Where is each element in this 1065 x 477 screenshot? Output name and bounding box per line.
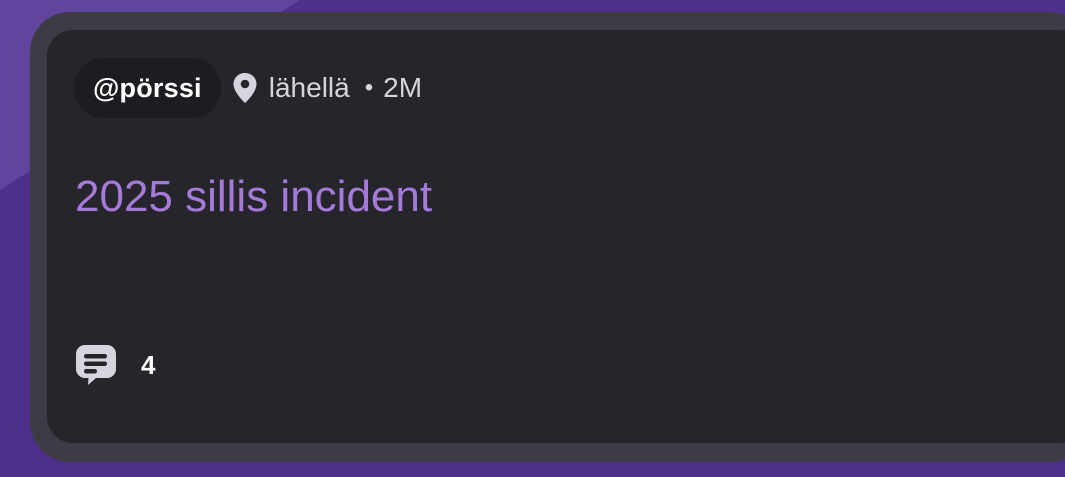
comment-count: 4 (141, 349, 156, 380)
location-label: lähellä (268, 72, 350, 103)
map-pin-icon (232, 72, 258, 104)
post-card[interactable]: @pörssi lähellä • 2M 2025 sillis inciden… (30, 12, 1065, 462)
post-time: 2M (383, 72, 423, 103)
comments-button[interactable]: 4 (75, 344, 155, 386)
comment-bubble-icon (75, 344, 117, 386)
username-chip[interactable]: @pörssi (74, 58, 221, 118)
post-card-body[interactable]: @pörssi lähellä • 2M 2025 sillis inciden… (47, 30, 1065, 443)
post-title[interactable]: 2025 sillis incident (75, 171, 432, 223)
meta-separator: • (364, 74, 374, 101)
post-meta: @pörssi lähellä • 2M (74, 58, 422, 118)
